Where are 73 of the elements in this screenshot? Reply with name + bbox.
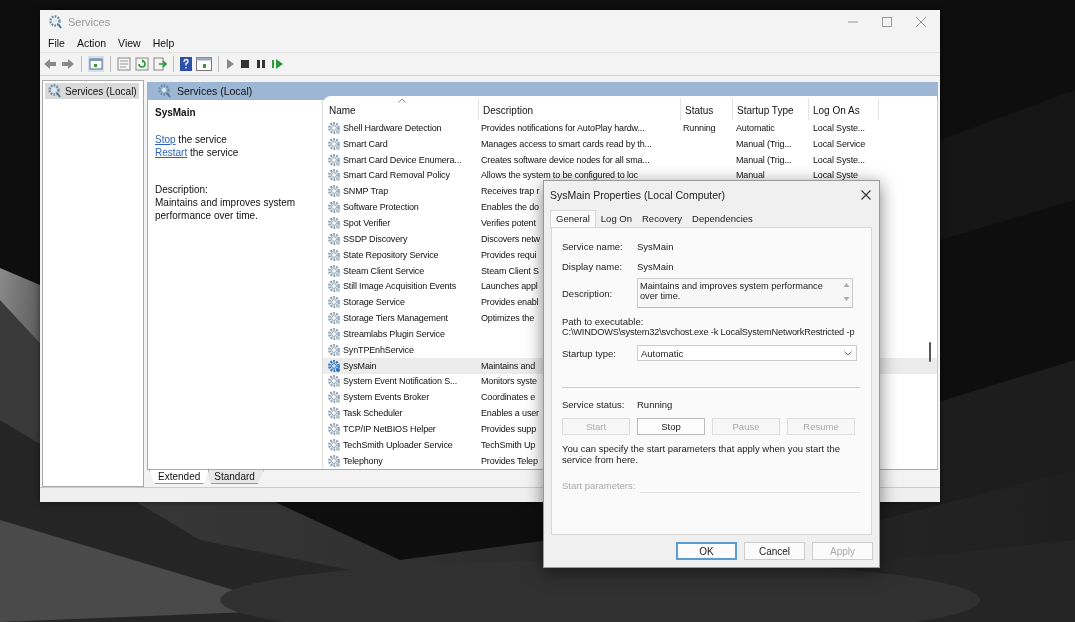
table-cell-text: Provides enabl (480, 297, 539, 308)
service-title: SysMain (155, 106, 197, 119)
table-cell-text: Verifies potent (480, 218, 536, 228)
table-cell-text: Enables a user (480, 408, 539, 419)
window-title: Services (68, 16, 111, 28)
table-cell: TCP/IP NetBIOS Helper (343, 423, 436, 434)
table-cell: Task Scheduler (343, 408, 403, 419)
table-cell: Smart Card (343, 138, 388, 149)
table-cell: Storage Service (343, 297, 405, 308)
field-label: Service name: (562, 240, 624, 252)
field-label: Service status: (562, 398, 626, 410)
table-cell-text: Monitors syste (480, 376, 537, 387)
table-cell: Shell Hardware Detection (343, 122, 442, 133)
table-cell-text: Manual (735, 170, 765, 181)
field-label: Startup type: (562, 347, 617, 359)
table-cell-text: Manual (Trig... (735, 154, 792, 165)
table-cell: Streamlabs Plugin Service (343, 328, 445, 339)
table-cell-text: Provides notifications for AutoPlay hardw... (480, 122, 645, 133)
table-cell: Still Image Acquisition Events (343, 281, 457, 292)
table-cell-text: Running (682, 122, 716, 133)
table-cell-text: Local Syste... (812, 154, 865, 165)
table-cell-text: Local Service (812, 138, 866, 149)
table-cell-text: TechSmith Up (480, 439, 536, 450)
table-cell: State Repository Service (343, 249, 439, 260)
table-cell: SSDP Discovery (343, 233, 408, 244)
table-cell-text: Manages access to smart cards read by th... (480, 138, 652, 149)
table-cell-text: Local Syste (812, 170, 858, 181)
table-cell-text: Enables the do (480, 202, 539, 213)
field-value: SysMain (637, 240, 674, 252)
table-cell-text: Provides requi (480, 249, 537, 260)
table-cell-text: Manual (Trig... (735, 138, 792, 149)
table-cell-text: Discovers netw (480, 233, 540, 244)
table-cell: SynTPEnhService (343, 344, 414, 355)
table-cell-text: Provides Telep (480, 455, 538, 466)
field-label: Start parameters: (562, 479, 636, 491)
table-cell: SysMain (343, 360, 377, 371)
table-cell: Spot Verifier (343, 218, 391, 228)
table-cell: Software Protection (343, 202, 419, 213)
action-text: Stop the service (155, 133, 228, 146)
table-cell-text: Steam Client S (480, 265, 539, 276)
field-label: Display name: (562, 260, 624, 272)
table-cell-text: Creates software device nodes for all sma... (480, 154, 650, 165)
tree-item-label: Services (Local) (65, 85, 137, 97)
table-cell-text: Allows the system to be configured to loc (480, 170, 638, 181)
status-value: Running (637, 398, 673, 410)
table-cell: SNMP Trap (343, 186, 388, 197)
table-cell: TechSmith Uploader Service (343, 439, 453, 450)
description-text: Maintains and improves system performance over time. (155, 196, 297, 222)
table-cell-text: Automatic (735, 122, 775, 133)
table-cell-text: Local Syste... (812, 122, 865, 133)
field-label: Path to executable: (562, 316, 645, 327)
action-text: Restart the service (155, 146, 240, 159)
pane-title: Services (Local) (177, 85, 253, 97)
table-cell-text: Launches appl (480, 281, 538, 292)
table-cell-text: Optimizes the (480, 313, 535, 324)
table-cell-text: Receives trap r (480, 186, 540, 197)
description-label: Description: (155, 183, 209, 196)
field-label: Description: (562, 287, 614, 299)
table-cell-text: Maintains and (480, 360, 536, 371)
table-cell: System Events Broker (343, 392, 430, 403)
table-cell-text: Provides supp (480, 423, 537, 434)
table-cell: Smart Card Device Enumera... (343, 154, 462, 165)
table-cell: Storage Tiers Management (343, 313, 448, 324)
field-value: SysMain (637, 260, 674, 272)
path-value: C:\WINDOWS\system32\svchost.exe -k LocalSystemNetworkRestricted -p (562, 327, 856, 337)
table-cell: System Event Notification S... (343, 376, 458, 387)
table-cell: Steam Client Service (343, 265, 425, 276)
dialog-title: SysMain Properties (Local Computer) (550, 189, 726, 201)
table-cell: Smart Card Removal Policy (343, 170, 450, 181)
table-cell-text: Coordinates e (480, 392, 536, 403)
description-value: Maintains and improves system performance over time. (640, 281, 824, 301)
table-cell: Telephony (343, 455, 383, 466)
help-text: You can specify the start parameters that apply when you start the service from here. (562, 443, 841, 465)
